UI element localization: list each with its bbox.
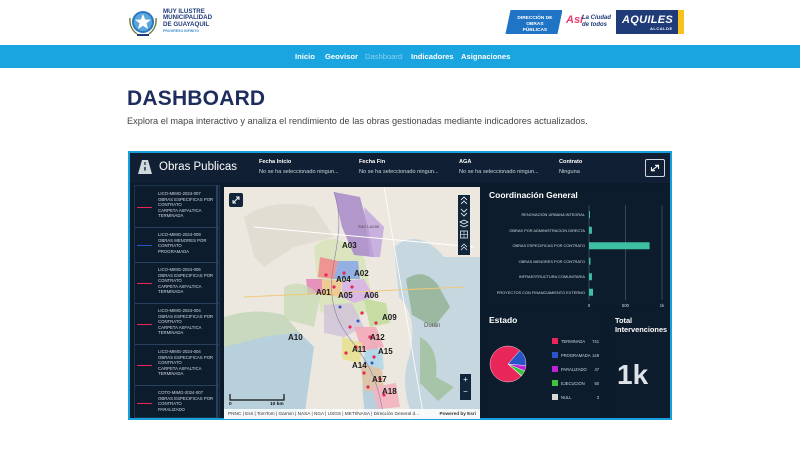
map-expand-icon[interactable]	[229, 193, 243, 207]
map-area-label: A12	[370, 333, 385, 342]
municipality-seal-icon[interactable]	[127, 8, 159, 38]
total-title: Total Intervenciones	[615, 316, 668, 334]
nav-dashboard[interactable]: Dashboard	[365, 52, 402, 61]
status-line	[137, 245, 152, 246]
nav-geovisor[interactable]: Geovisor	[325, 52, 358, 61]
list-item[interactable]: LICO-MIMG-2024-007 OBRAS ESPECIFICAS POR C…	[135, 188, 219, 228]
filter-contrato[interactable]: Contrato Ninguna	[559, 159, 582, 175]
bar[interactable]	[589, 288, 594, 296]
obras-publicas-badge[interactable]: DIRECCIÓN DE OBRAS PÚBLICAS	[505, 10, 563, 34]
obras-map[interactable]: A03 A02 A04 A01 A05 A06 A09 A10 A11 A12 …	[224, 187, 480, 419]
coordinacion-panel: Coordinación General RENOVACION URBANA I…	[485, 185, 669, 307]
bar[interactable]	[589, 211, 590, 219]
legend-label[interactable]: NULL	[561, 395, 571, 400]
map-area-label: A11	[352, 345, 367, 354]
map-area-label: A04	[336, 275, 351, 284]
list-scrollbar[interactable]	[216, 185, 218, 418]
total-value: 1k	[617, 359, 649, 390]
map-area-label: A15	[378, 347, 393, 356]
x-tick-label: 1k	[660, 303, 665, 307]
bar[interactable]	[589, 242, 650, 250]
nav-asignaciones[interactable]: Asignaciones	[461, 52, 510, 61]
filter-aga[interactable]: AGA No se ha seleccionado ningun...	[459, 159, 539, 175]
status-line	[137, 365, 152, 366]
map-tools[interactable]	[458, 195, 470, 255]
map-area-label: A02	[354, 269, 369, 278]
status-line	[137, 324, 152, 325]
legend-value: 3	[596, 395, 599, 400]
page-title: DASHBOARD	[127, 87, 266, 110]
legend-swatch	[552, 366, 558, 372]
list-item[interactable]: LICO-MIMG-2024-004 OBRAS ESPECIFICAS POR C…	[135, 346, 219, 386]
page-subtitle: Explora el mapa interactivo y analiza el…	[127, 116, 588, 126]
map-area-label: A18	[382, 387, 397, 396]
alcalde-badge: AQUILES ALCALDE	[616, 10, 684, 34]
nav-inicio[interactable]: Inicio	[295, 52, 315, 61]
zoom-out-icon[interactable]: −	[460, 387, 471, 396]
map-area-label: A17	[372, 375, 387, 384]
zoom-control[interactable]: + −	[460, 374, 471, 400]
bar[interactable]	[589, 226, 592, 234]
municipality-name: MUY ILUSTRE MUNICIPALIDAD DE GUAYAQUIL	[163, 8, 213, 28]
main-nav: Inicio Geovisor Dashboard Indicadores As…	[0, 45, 800, 68]
filter-fecha-fin[interactable]: Fecha Fin No se ha seleccionado ningun..…	[359, 159, 439, 175]
legend-swatch	[552, 352, 558, 358]
scale-bar	[229, 394, 285, 401]
scale-max: 10 km	[270, 402, 284, 407]
legend-label[interactable]: PARALIZADO	[561, 367, 587, 372]
map-area-label: A05	[338, 291, 353, 300]
legend-value: 741	[592, 339, 599, 344]
list-item[interactable]: LICO-MIMG-2024-006 OBRAS ESPECIFICAS POR C…	[135, 264, 219, 304]
map-area-label: A10	[288, 333, 303, 342]
estado-chart[interactable]	[485, 309, 607, 418]
bar[interactable]	[589, 257, 591, 265]
obras-list[interactable]: LICO-MIMG-2024-007 OBRAS ESPECIFICAS POR C…	[134, 185, 220, 418]
zoom-in-icon[interactable]: +	[460, 375, 471, 384]
map-attribution: PNNC | Esri | TomTom | Garmin | NASA | N…	[224, 409, 480, 419]
map-area-label: A06	[364, 291, 379, 300]
coordinacion-chart[interactable]: 0 500 1k	[485, 185, 669, 307]
fullscreen-icon[interactable]	[645, 159, 665, 177]
scale-min: 0	[229, 402, 232, 407]
filter-fecha-inicio[interactable]: Fecha Inicio No se ha seleccionado ningu…	[259, 159, 339, 175]
dashboard-embed: Obras Publicas Fecha Inicio No se ha sel…	[128, 151, 672, 420]
map-area-label: A09	[382, 313, 397, 322]
x-tick-label: 500	[622, 303, 630, 307]
legend-value: 149	[592, 353, 599, 358]
road-icon	[138, 160, 152, 174]
list-item[interactable]: LICO-MIMG-2024-009 OBRAS MENORES POR CONTR…	[135, 229, 219, 263]
list-item[interactable]: LICO-MIMG-2024-004 OBRAS ESPECIFICAS POR C…	[135, 305, 219, 345]
dashboard-title: Obras Publicas	[159, 161, 237, 173]
map-place-label: Durán	[424, 323, 441, 329]
total-panel: Total Intervenciones 1k	[609, 309, 669, 418]
map-area-label: A14	[352, 361, 367, 370]
nav-indicadores[interactable]: Indicadores	[411, 52, 454, 61]
legend-label[interactable]: TERMINADA	[561, 339, 585, 344]
dashboard-header: Obras Publicas Fecha Inicio No se ha sel…	[130, 153, 670, 183]
legend-value: 50	[594, 381, 599, 386]
legend-label[interactable]: EJECUCION	[561, 381, 585, 386]
legend-value: 47	[594, 367, 599, 372]
top-header: MUY ILUSTRE MUNICIPALIDAD DE GUAYAQUIL P…	[0, 0, 800, 45]
bar[interactable]	[589, 273, 592, 281]
status-line	[137, 207, 152, 208]
list-item[interactable]: COTO-MIMG-2024-007 OBRAS ESPECIFICAS POR C…	[135, 387, 219, 417]
status-line	[137, 403, 152, 404]
legend-swatch	[552, 394, 558, 400]
map-place-label: San Lucas	[358, 224, 380, 229]
legend-swatch	[552, 338, 558, 344]
status-line	[137, 283, 152, 284]
map-area-label: A03	[342, 241, 357, 250]
x-tick-label: 0	[588, 303, 591, 307]
estado-panel: Estado TERMINADA 741 PROGRAMADA 149 PARALIZA…	[485, 309, 607, 418]
municipality-tagline: PROGRESO INFINITO	[163, 29, 200, 33]
map-canvas	[224, 187, 480, 419]
legend-swatch	[552, 380, 558, 386]
asi-badge: Así La Ciudad de todos	[562, 10, 614, 34]
map-area-label: A01	[316, 288, 331, 297]
